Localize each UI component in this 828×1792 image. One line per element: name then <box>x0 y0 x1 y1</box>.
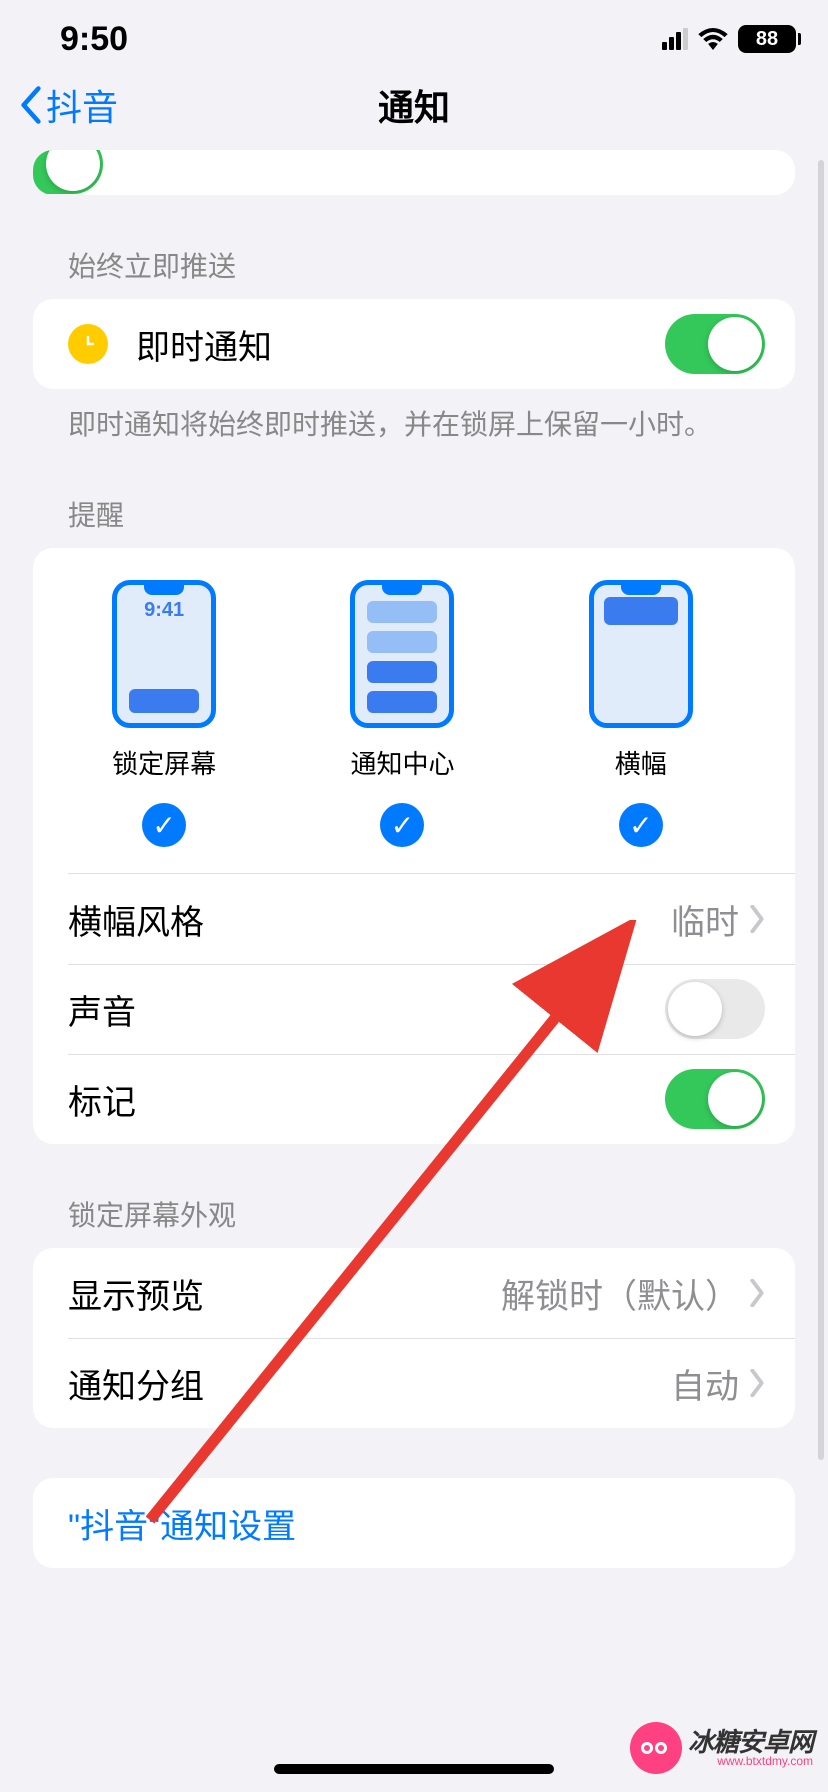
section-footer-immediate: 即时通知将始终即时推送，并在锁屏上保留一小时。 <box>33 389 795 444</box>
watermark-text: 冰糖安卓网 <box>688 1729 813 1755</box>
grouping-value: 自动 <box>671 1359 739 1408</box>
allow-notifications-toggle[interactable] <box>33 150 103 194</box>
watermark-logo-icon <box>630 1722 682 1774</box>
status-bar: 9:50 88 <box>0 0 828 60</box>
grouping-label: 通知分组 <box>68 1359 671 1408</box>
status-time: 9:50 <box>60 20 128 59</box>
scroll-indicator <box>818 160 824 1460</box>
style-banner[interactable]: 横幅 ✓ <box>589 580 693 847</box>
page-title: 通知 <box>378 79 450 131</box>
clock-icon <box>68 324 108 364</box>
nav-bar: 抖音 通知 <box>0 60 828 150</box>
show-preview-value: 解锁时（默认） <box>501 1269 739 1318</box>
section-header-lock-appearance: 锁定屏幕外观 <box>33 1144 795 1248</box>
row-banner-style[interactable]: 横幅风格 临时 <box>33 874 795 964</box>
badge-label: 标记 <box>68 1075 665 1124</box>
row-badge: 标记 <box>33 1054 795 1144</box>
row-app-notification-settings[interactable]: "抖音"通知设置 <box>33 1478 795 1568</box>
banner-style-label: 横幅风格 <box>68 895 671 944</box>
show-preview-label: 显示预览 <box>68 1269 501 1318</box>
checkmark-icon: ✓ <box>619 803 663 847</box>
chevron-right-icon <box>749 905 765 933</box>
checkmark-icon: ✓ <box>142 803 186 847</box>
chevron-right-icon <box>749 1279 765 1307</box>
style-notification-center[interactable]: 通知中心 ✓ <box>350 580 454 847</box>
partial-previous-group <box>33 150 795 195</box>
lock-screen-preview-icon: 9:41 <box>112 580 216 728</box>
banner-style-value: 临时 <box>671 895 739 944</box>
app-settings-label: "抖音"通知设置 <box>68 1499 765 1548</box>
back-label: 抖音 <box>46 79 118 131</box>
wifi-icon <box>698 28 728 50</box>
row-immediate-delivery[interactable]: 即时通知 <box>33 299 795 389</box>
badge-toggle[interactable] <box>665 1069 765 1129</box>
home-indicator <box>274 1764 554 1774</box>
notification-center-label: 通知中心 <box>350 744 454 781</box>
section-header-alerts: 提醒 <box>33 444 795 548</box>
watermark: 冰糖安卓网 www.btxtdmy.com <box>630 1722 813 1774</box>
battery-icon: 88 <box>738 25 796 53</box>
banner-preview-icon <box>589 580 693 728</box>
row-grouping[interactable]: 通知分组 自动 <box>33 1338 795 1428</box>
style-lock-screen[interactable]: 9:41 锁定屏幕 ✓ <box>112 580 216 847</box>
chevron-left-icon <box>20 86 42 124</box>
status-icons: 88 <box>662 25 796 53</box>
chevron-right-icon <box>749 1369 765 1397</box>
notification-center-preview-icon <box>350 580 454 728</box>
sound-toggle[interactable] <box>665 979 765 1039</box>
row-show-preview[interactable]: 显示预览 解锁时（默认） <box>33 1248 795 1338</box>
immediate-label: 即时通知 <box>136 320 665 369</box>
banner-label: 横幅 <box>615 744 667 781</box>
lock-screen-label: 锁定屏幕 <box>112 744 216 781</box>
alert-styles-row: 9:41 锁定屏幕 ✓ 通知中心 ✓ 横幅 ✓ <box>68 548 795 874</box>
checkmark-icon: ✓ <box>380 803 424 847</box>
row-sound: 声音 <box>33 964 795 1054</box>
watermark-url: www.btxtdmy.com <box>688 1755 813 1767</box>
sound-label: 声音 <box>68 985 665 1034</box>
immediate-toggle[interactable] <box>665 314 765 374</box>
back-button[interactable]: 抖音 <box>20 79 118 131</box>
signal-icon <box>662 28 688 50</box>
section-header-immediate: 始终立即推送 <box>33 195 795 299</box>
